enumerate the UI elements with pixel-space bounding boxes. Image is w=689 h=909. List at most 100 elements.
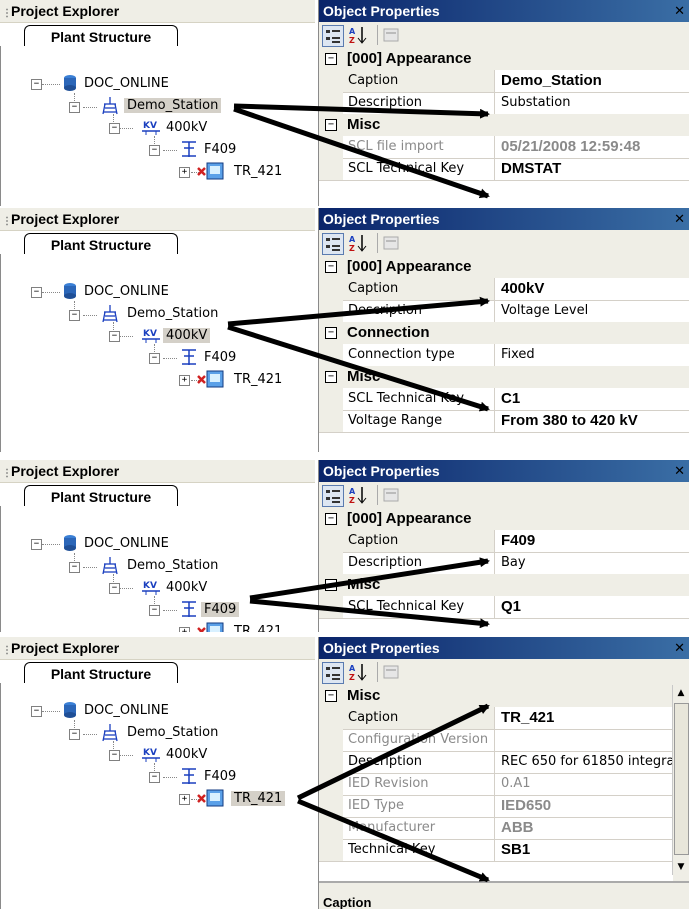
tree-node-f409[interactable]: F409 xyxy=(201,600,240,620)
tree-node-f409[interactable]: F409 xyxy=(201,767,239,787)
property-pages-icon[interactable] xyxy=(377,25,401,45)
collapse-toggle[interactable]: − xyxy=(69,310,80,321)
tree-node-doc-online[interactable]: DOC_ONLINE xyxy=(81,534,172,554)
expand-toggle[interactable]: + xyxy=(179,167,190,178)
alphabetical-icon[interactable]: AZ xyxy=(348,485,368,505)
tab-plant-structure[interactable]: Plant Structure xyxy=(24,25,178,47)
svg-text:Z: Z xyxy=(349,36,355,45)
panel-tr-421: ⋮Project Explorer Plant Structure − DOC_… xyxy=(0,637,689,909)
description-caption: Caption xyxy=(323,895,372,909)
tree-node-doc-online[interactable]: DOC_ONLINE xyxy=(81,282,172,302)
close-icon[interactable]: ✕ xyxy=(674,208,685,230)
tree-node-400kv[interactable]: 400kV xyxy=(163,326,211,346)
voltage-level-icon: KV xyxy=(141,118,161,140)
collapse-toggle[interactable]: − xyxy=(109,750,120,761)
close-icon[interactable]: ✕ xyxy=(674,0,685,22)
collapse-toggle[interactable]: − xyxy=(69,562,80,573)
close-icon[interactable]: ✕ xyxy=(674,637,685,659)
collapse-toggle[interactable]: − xyxy=(149,145,160,156)
property-row-voltage-range[interactable]: Voltage Range From 380 to 420 kV xyxy=(319,410,689,433)
property-row-caption[interactable]: Caption Demo_Station xyxy=(319,70,689,93)
ied-icon xyxy=(197,788,225,812)
property-row-description[interactable]: Description REC 650 for 61850 integra xyxy=(319,751,673,774)
category-appearance[interactable]: − [000] Appearance xyxy=(319,48,689,70)
collapse-toggle[interactable]: − xyxy=(109,123,120,134)
alphabetical-icon[interactable]: AZ xyxy=(348,662,368,682)
property-row-configuration-version[interactable]: Configuration Version xyxy=(319,729,673,752)
tree-node-400kv[interactable]: 400kV xyxy=(163,745,210,765)
property-row-connection-type[interactable]: Connection type Fixed xyxy=(319,344,689,367)
collapse-toggle[interactable]: − xyxy=(31,287,42,298)
scroll-up-arrow[interactable]: ▲ xyxy=(673,685,689,701)
collapse-toggle[interactable]: − xyxy=(31,539,42,550)
collapse-toggle[interactable]: − xyxy=(149,353,160,364)
svg-text:A: A xyxy=(349,487,356,496)
property-row-scl-file-import[interactable]: SCL file import 05/21/2008 12:59:48 xyxy=(319,136,689,159)
expand-toggle[interactable]: + xyxy=(179,627,190,632)
property-row-description[interactable]: Description Substation xyxy=(319,92,689,115)
property-pages-icon[interactable] xyxy=(377,485,401,505)
tree-node-doc-online[interactable]: DOC_ONLINE xyxy=(81,74,172,94)
collapse-toggle[interactable]: − xyxy=(31,706,42,717)
property-row-scl-technical-key[interactable]: SCL Technical Key C1 xyxy=(319,388,689,411)
collapse-toggle[interactable]: − xyxy=(69,729,80,740)
collapse-toggle[interactable]: − xyxy=(109,583,120,594)
tree-node-demo-station[interactable]: Demo_Station xyxy=(124,556,221,576)
collapse-toggle[interactable]: − xyxy=(149,772,160,783)
property-pages-icon[interactable] xyxy=(377,233,401,253)
alphabetical-icon[interactable]: AZ xyxy=(348,25,368,45)
categorized-icon[interactable] xyxy=(322,662,344,684)
alphabetical-icon[interactable]: AZ xyxy=(348,233,368,253)
property-pages-icon[interactable] xyxy=(377,662,401,682)
expand-toggle[interactable]: + xyxy=(179,794,190,805)
property-row-caption[interactable]: Caption 400kV xyxy=(319,278,689,301)
tree-node-tr-421[interactable]: TR_421 xyxy=(231,789,286,809)
categorized-icon[interactable] xyxy=(322,485,344,507)
categorized-icon[interactable] xyxy=(322,25,344,47)
scroll-down-arrow[interactable]: ▼ xyxy=(673,859,689,875)
tree-node-demo-station[interactable]: Demo_Station xyxy=(124,723,221,743)
collapse-toggle[interactable]: − xyxy=(69,102,80,113)
property-row-caption[interactable]: Caption TR_421 xyxy=(319,707,673,730)
category-misc[interactable]: − Misc xyxy=(319,685,673,707)
tree-node-tr-421[interactable]: TR_421 xyxy=(231,370,285,390)
tab-plant-structure[interactable]: Plant Structure xyxy=(24,662,178,684)
tree-node-tr-421[interactable]: TR_421 xyxy=(231,622,285,632)
object-properties: Object Properties ✕ AZ − [000] Appearance … xyxy=(318,208,689,452)
category-misc[interactable]: − Misc xyxy=(319,114,689,136)
property-row-description[interactable]: Description Bay xyxy=(319,552,689,575)
property-row-technical-key[interactable]: Technical Key SB1 xyxy=(319,839,673,862)
collapse-toggle[interactable]: − xyxy=(109,331,120,342)
property-row-ied-revision[interactable]: IED Revision 0.A1 xyxy=(319,773,673,796)
category-connection[interactable]: − Connection xyxy=(319,322,689,344)
collapse-toggle[interactable]: − xyxy=(149,605,160,616)
property-row-caption[interactable]: Caption F409 xyxy=(319,530,689,553)
category-misc[interactable]: − Misc xyxy=(319,574,689,596)
category-misc[interactable]: − Misc xyxy=(319,366,689,388)
tree-node-tr-421[interactable]: TR_421 xyxy=(231,162,285,182)
property-row-scl-technical-key[interactable]: SCL Technical Key DMSTAT xyxy=(319,158,689,181)
property-row-scl-technical-key[interactable]: SCL Technical Key Q1 xyxy=(319,596,689,619)
tree-node-f409[interactable]: F409 xyxy=(201,348,239,368)
category-appearance[interactable]: − [000] Appearance xyxy=(319,256,689,278)
scroll-thumb[interactable] xyxy=(674,703,689,855)
tab-plant-structure[interactable]: Plant Structure xyxy=(24,485,178,507)
property-row-ied-type[interactable]: IED Type IED650 xyxy=(319,795,673,818)
tree-node-400kv[interactable]: 400kV xyxy=(163,118,210,138)
tree-node-doc-online[interactable]: DOC_ONLINE xyxy=(81,701,172,721)
expand-toggle[interactable]: + xyxy=(179,375,190,386)
vertical-scrollbar[interactable]: ▲ ▼ xyxy=(672,685,689,875)
tree-node-400kv[interactable]: 400kV xyxy=(163,578,210,598)
tree-node-f409[interactable]: F409 xyxy=(201,140,239,160)
property-row-manufacturer[interactable]: Manufacturer ABB xyxy=(319,817,673,840)
tree-node-demo-station[interactable]: Demo_Station xyxy=(124,96,222,116)
tab-plant-structure[interactable]: Plant Structure xyxy=(24,233,178,255)
tree-node-demo-station[interactable]: Demo_Station xyxy=(124,304,221,324)
close-icon[interactable]: ✕ xyxy=(674,460,685,482)
category-appearance[interactable]: − [000] Appearance xyxy=(319,508,689,530)
property-row-description[interactable]: Description Voltage Level xyxy=(319,300,689,323)
substation-icon xyxy=(101,723,119,747)
tabstrip: Plant Structure xyxy=(0,660,315,684)
categorized-icon[interactable] xyxy=(322,233,344,255)
collapse-toggle[interactable]: − xyxy=(31,79,42,90)
